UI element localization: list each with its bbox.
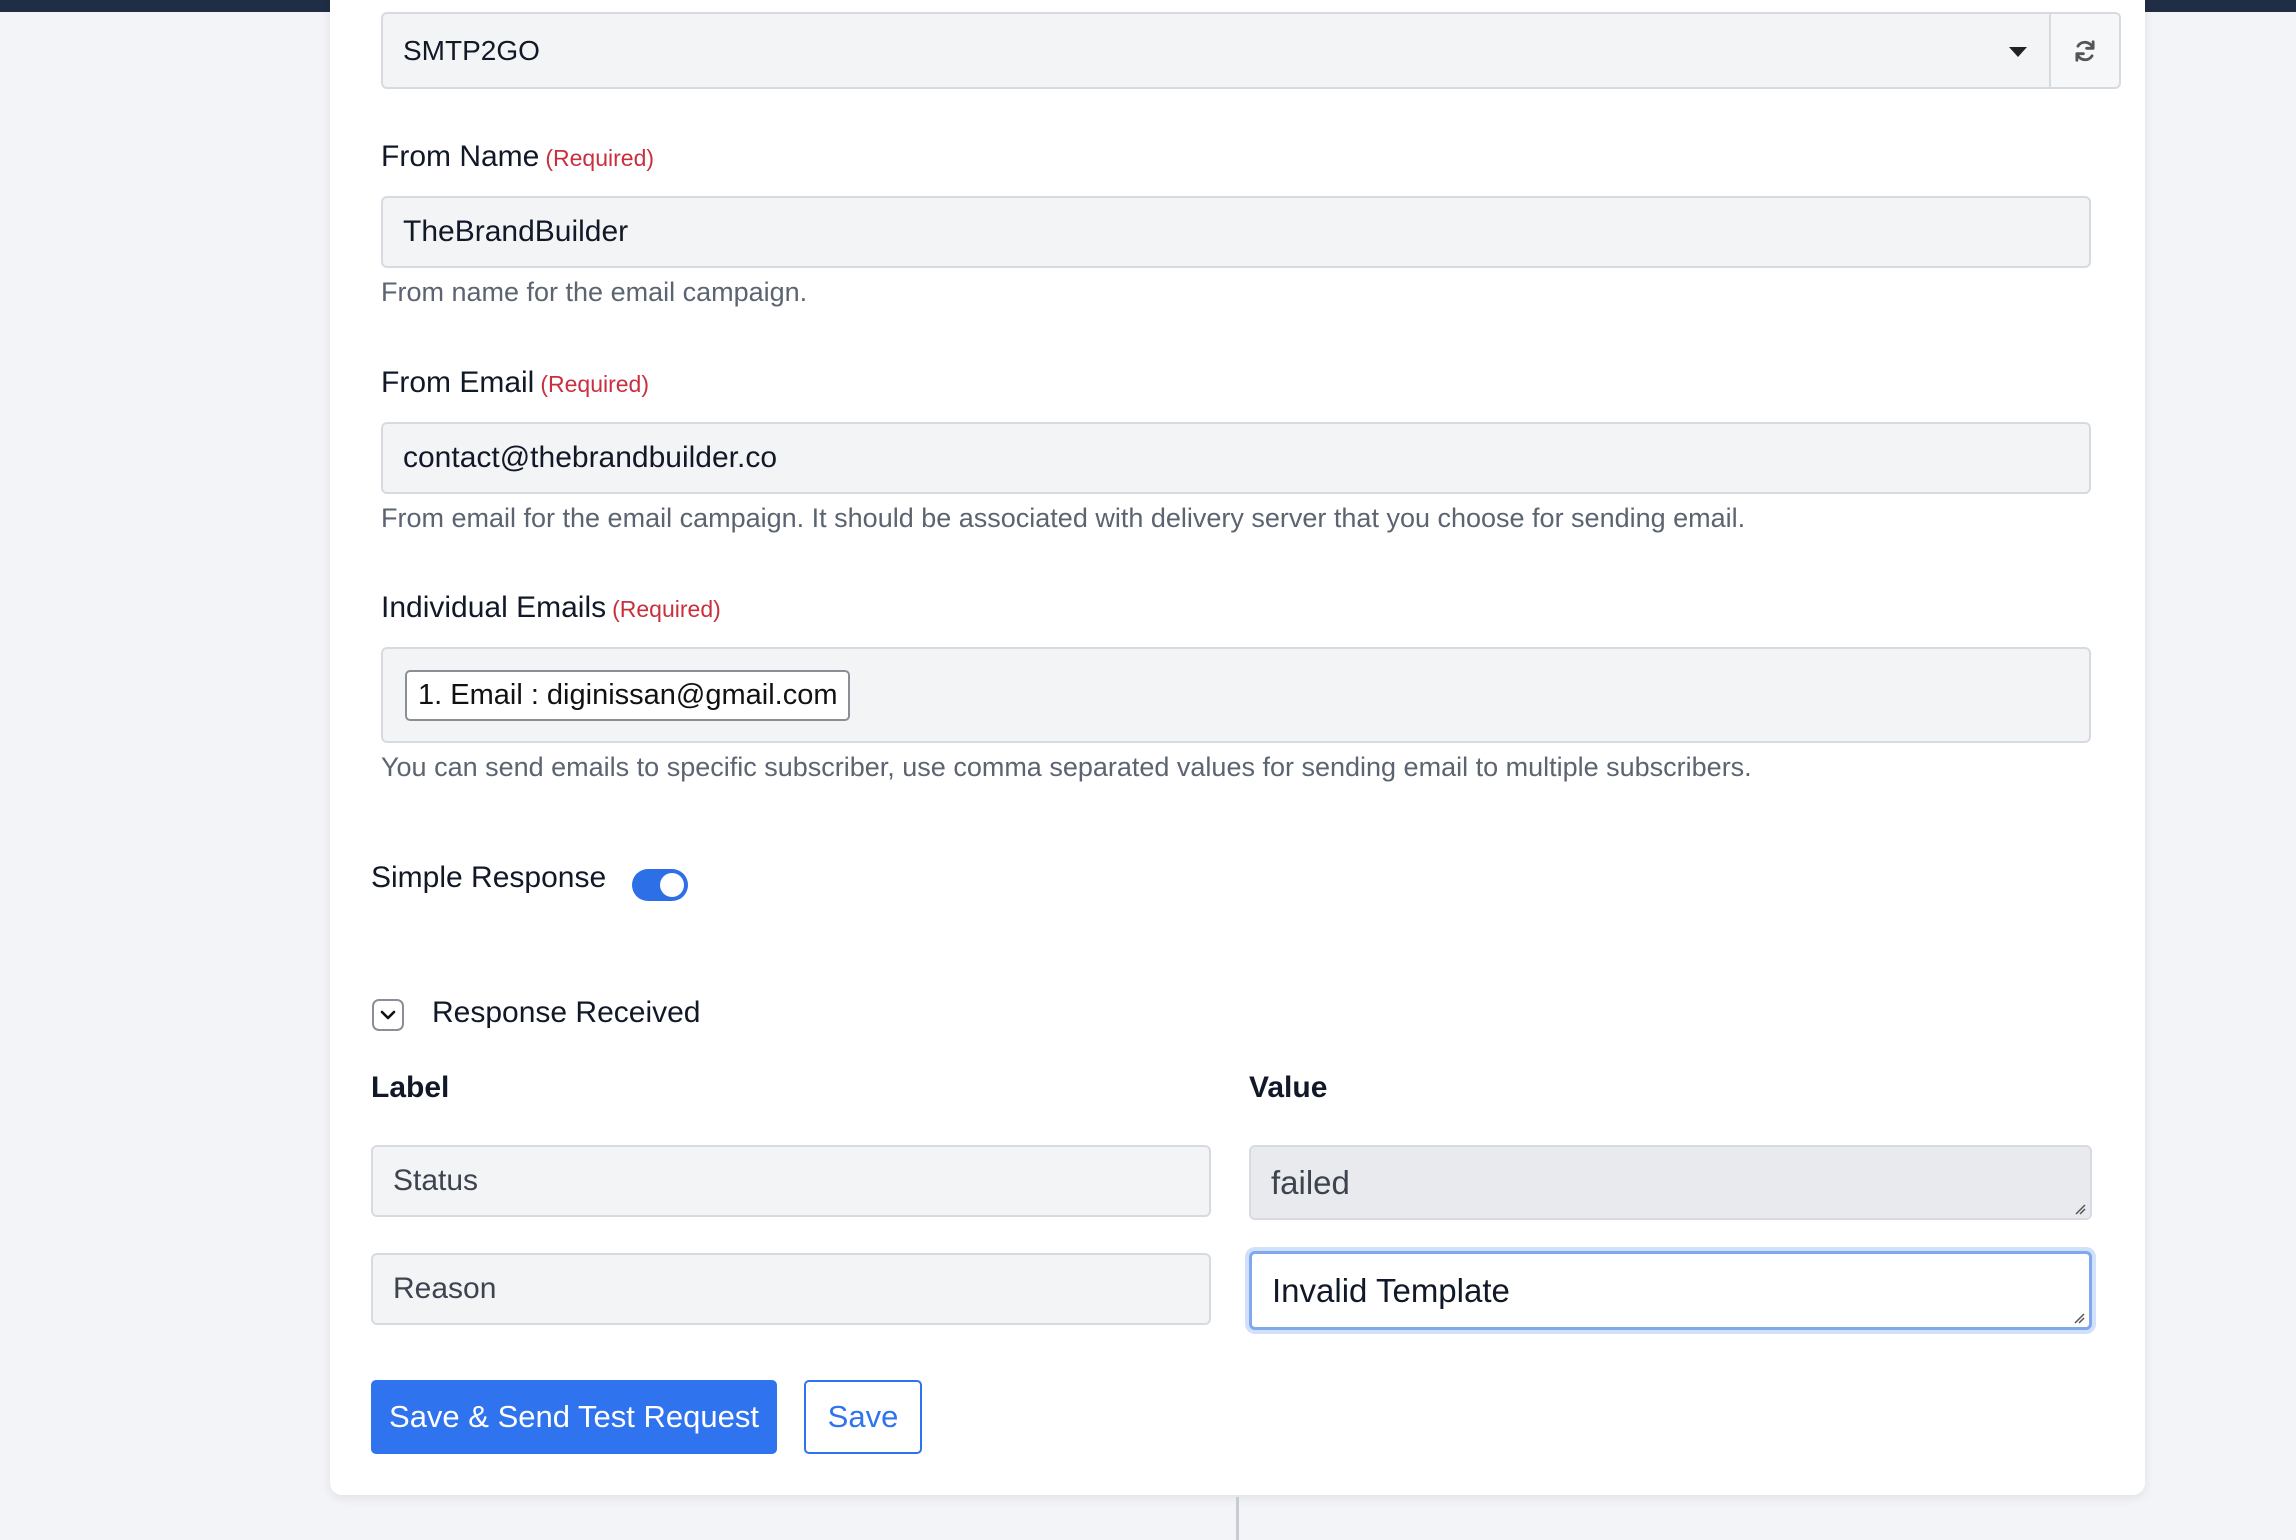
refresh-button[interactable] <box>2051 12 2121 89</box>
required-marker: (Required) <box>545 145 655 171</box>
resize-handle-icon[interactable] <box>2074 1203 2086 1215</box>
response-value-text: Invalid Template <box>1272 1271 1510 1309</box>
from-name-help: From name for the email campaign. <box>381 277 808 307</box>
from-email-help: From email for the email campaign. It sh… <box>381 503 1746 533</box>
delivery-server-value: SMTP2GO <box>403 34 540 66</box>
email-tag[interactable]: 1. Email : diginissan@gmail.com <box>405 670 851 721</box>
resize-handle-icon[interactable] <box>2073 1312 2085 1324</box>
from-email-input[interactable]: contact@thebrandbuilder.co <box>381 422 2091 494</box>
caret-down-icon <box>2009 46 2027 57</box>
response-received-title: Response Received <box>432 996 701 1029</box>
required-marker: (Required) <box>540 371 649 397</box>
label-column-header: Label <box>371 1071 450 1104</box>
from-email-value: contact@thebrandbuilder.co <box>403 441 778 474</box>
from-email-label: From Email (Required) <box>381 366 649 400</box>
from-name-input[interactable]: TheBrandBuilder <box>381 196 2091 268</box>
toggle-knob <box>660 873 684 897</box>
refresh-icon <box>2075 39 2095 62</box>
simple-response-label: Simple Response <box>371 861 607 894</box>
response-label-value: Status <box>393 1164 479 1197</box>
save-send-test-request-button[interactable]: Save & Send Test Request <box>371 1380 777 1454</box>
from-name-value: TheBrandBuilder <box>403 215 629 248</box>
individual-emails-help: You can send emails to specific subscrib… <box>381 752 1752 782</box>
form-card: SMTP2GO From Name (Required) TheBrandBuil… <box>330 0 2145 1495</box>
response-label-input-status[interactable]: Status <box>371 1145 1211 1217</box>
response-received-collapse-button[interactable] <box>372 999 404 1031</box>
value-column-header: Value <box>1249 1071 1328 1104</box>
response-value-textarea-reason[interactable]: Invalid Template <box>1249 1251 2092 1330</box>
simple-response-toggle[interactable] <box>632 869 688 901</box>
flow-connector-line <box>1236 1497 1239 1540</box>
from-name-label-text: From Name <box>381 140 540 173</box>
chevron-down-icon <box>380 1010 396 1020</box>
from-email-label-text: From Email <box>381 366 535 399</box>
response-label-value: Reason <box>393 1272 497 1305</box>
from-name-label: From Name (Required) <box>381 140 654 174</box>
save-button[interactable]: Save <box>804 1380 922 1454</box>
required-marker: (Required) <box>612 596 721 622</box>
response-value-text: failed <box>1271 1163 1350 1201</box>
delivery-server-select[interactable]: SMTP2GO <box>381 12 2051 89</box>
response-label-input-reason[interactable]: Reason <box>371 1253 1211 1325</box>
individual-emails-label-text: Individual Emails <box>381 591 607 624</box>
response-value-textarea-status[interactable]: failed <box>1249 1145 2092 1220</box>
individual-emails-label: Individual Emails (Required) <box>381 591 721 625</box>
